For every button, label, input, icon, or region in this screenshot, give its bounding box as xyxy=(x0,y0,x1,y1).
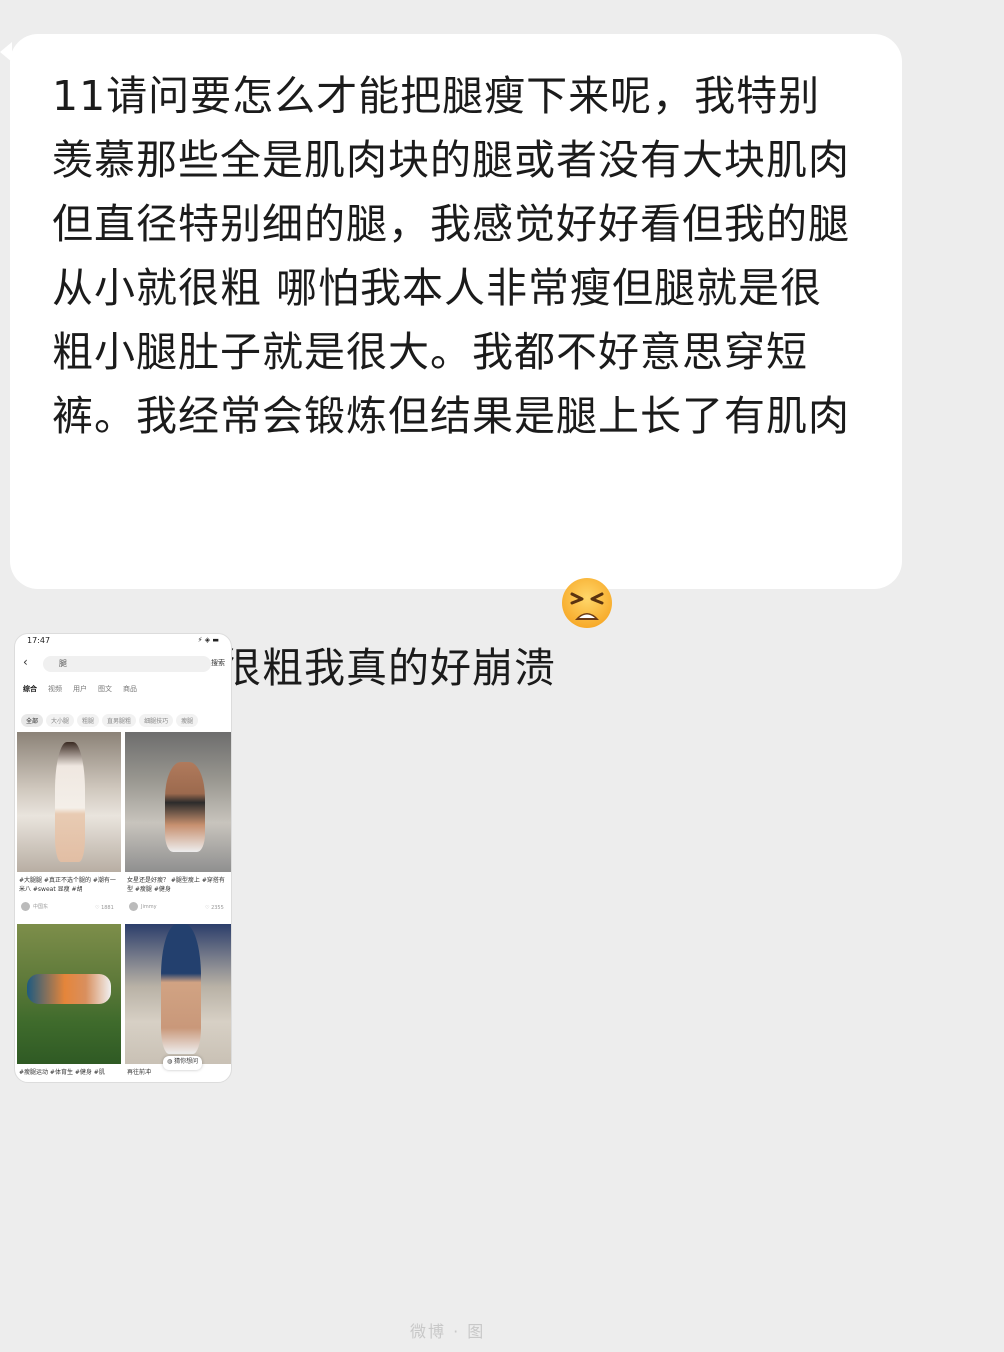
result-caption: 女星还是好瘦？ #腿型瘦上 #穿搭有型 #瘦腿 #健身 xyxy=(127,877,225,893)
search-query: 腿 xyxy=(59,659,67,668)
person-figure xyxy=(161,924,201,1054)
tab: 视频 xyxy=(48,685,62,693)
person-figure xyxy=(27,974,111,1004)
chip: 大小腿 xyxy=(46,714,75,727)
tired-face-emoji-icon xyxy=(560,448,614,628)
status-bar: 17:47 ⚡ ◈ ▬ xyxy=(15,634,231,648)
avatar xyxy=(129,902,138,911)
result-photo xyxy=(17,924,121,1064)
person-figure xyxy=(165,762,205,852)
back-icon: ‹ xyxy=(23,655,28,669)
result-photo xyxy=(125,924,231,1064)
like-count: ♡ 1881 xyxy=(95,905,114,911)
result-tabs: 综合 视频 用户 图文 商品 xyxy=(23,684,229,698)
search-bar: 腿 xyxy=(43,656,211,672)
tab: 图文 xyxy=(98,685,112,693)
shared-screenshot-image[interactable]: 17:47 ⚡ ◈ ▬ ‹ 腿 搜索 综合 视频 用户 图文 商品 全部 大小腿 粗腿 直男腿… xyxy=(14,633,232,1083)
status-time: 17:47 xyxy=(27,636,51,645)
like-count: ♡ 2355 xyxy=(205,905,224,911)
tab: 用户 xyxy=(73,685,87,693)
chip: 全部 xyxy=(21,714,44,727)
chip: 瘦腿 xyxy=(176,714,199,727)
result-photo xyxy=(17,732,121,872)
chip: 直男腿粗 xyxy=(102,714,137,727)
author-name: Jimmy xyxy=(141,904,157,910)
ask-floating-button: ◍ 猜你想问 xyxy=(163,1056,203,1070)
avatar xyxy=(21,902,30,911)
message-bubble[interactable]: 11请问要怎么才能把腿瘦下来呢，我特别羡慕那些全是肌肉块的腿或者没有大块肌肉但直… xyxy=(10,34,902,692)
watermark: 微博 · 图 xyxy=(410,1322,486,1341)
chip: 粗腿 xyxy=(77,714,100,727)
result-author: Jimmy xyxy=(129,902,157,911)
chip: 细腿技巧 xyxy=(139,714,174,727)
result-photo xyxy=(125,732,231,872)
message-text: 11请问要怎么才能把腿瘦下来呢，我特别羡慕那些全是肌肉块的腿或者没有大块肌肉但直… xyxy=(52,72,850,692)
tab: 综合 xyxy=(23,685,37,693)
bubble-tail xyxy=(0,42,12,62)
result-caption: #瘦腿运动 #体育生 #健身 #肌 xyxy=(19,1069,105,1076)
status-icons: ⚡ ◈ ▬ xyxy=(197,636,219,644)
search-button: 搜索 xyxy=(211,659,225,667)
filter-chips: 全部 大小腿 粗腿 直男腿粗 细腿技巧 瘦腿 xyxy=(21,708,231,727)
tab: 商品 xyxy=(123,685,137,693)
author-name: 中国东 xyxy=(33,904,49,910)
person-figure xyxy=(55,742,85,862)
result-caption: #大腿腿 #真正不选个腿的 #潮有一米八 #sweat 显瘦 #胡 xyxy=(19,877,116,893)
result-author: 中国东 xyxy=(21,902,48,911)
